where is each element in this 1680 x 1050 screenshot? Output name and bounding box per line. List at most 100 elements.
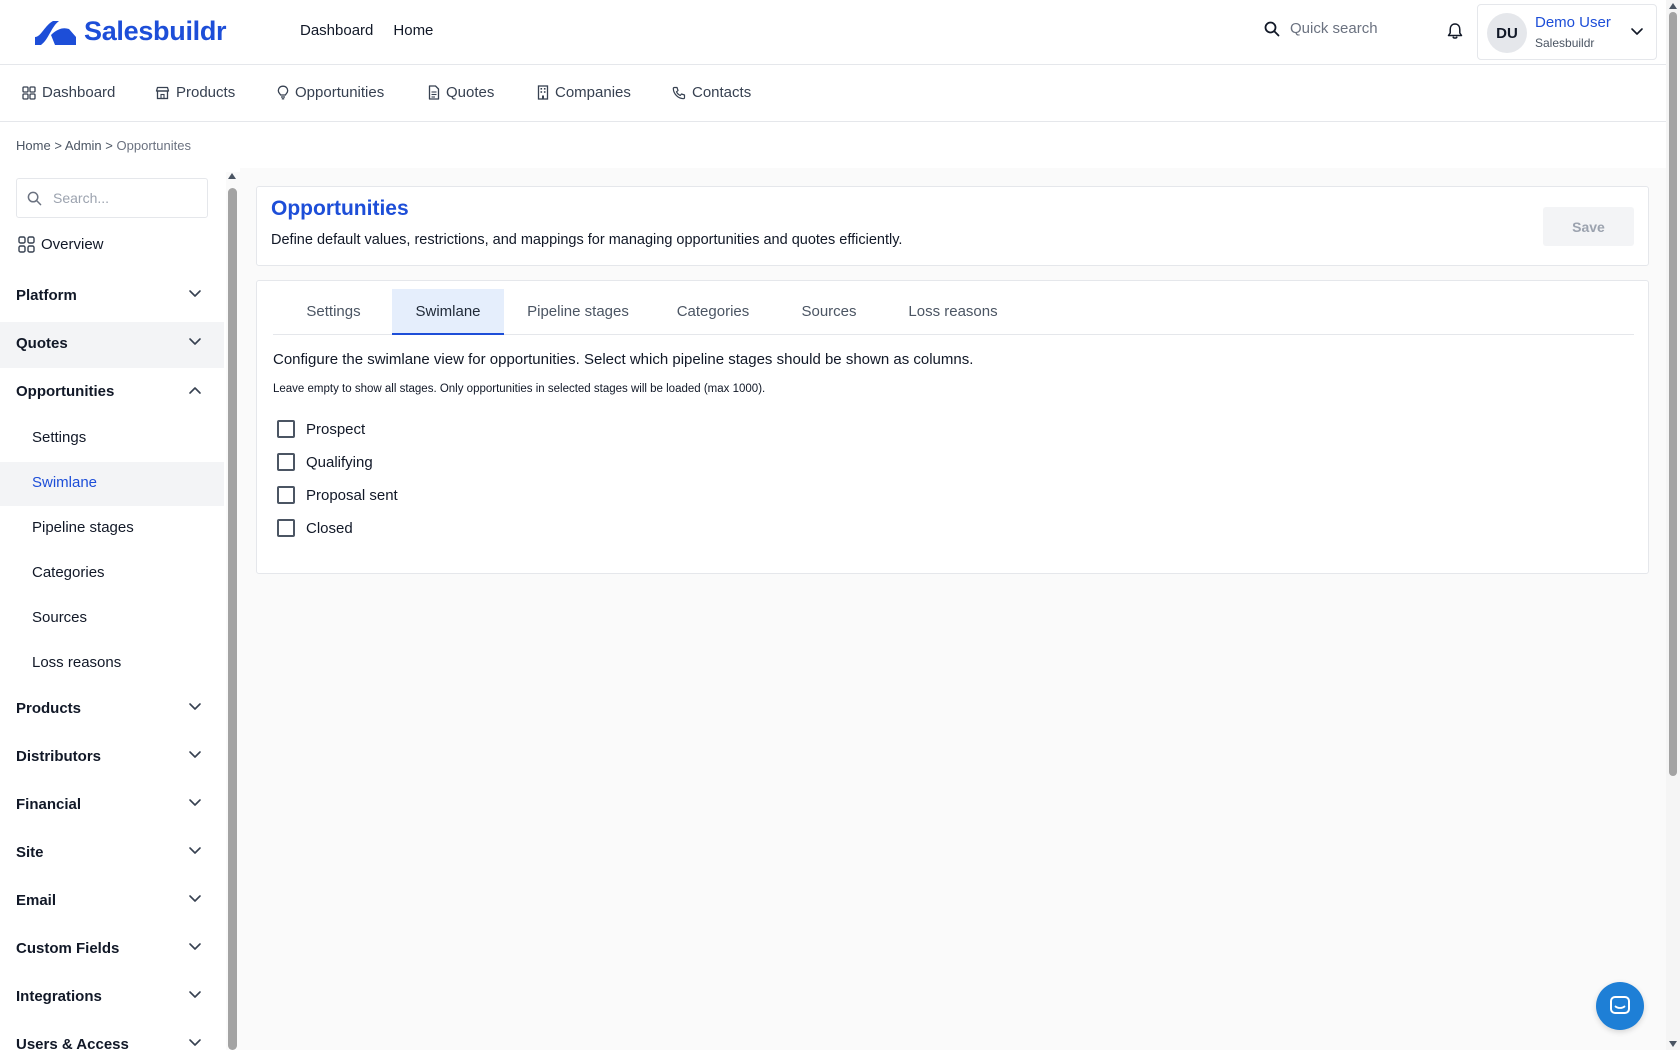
document-icon [428, 85, 440, 100]
sidebar-section-label: Integrations [16, 988, 102, 1005]
tab-pipeline-stages[interactable]: Pipeline stages [504, 289, 652, 335]
avatar: DU [1487, 13, 1527, 53]
stage-option-closed[interactable]: Closed [277, 519, 353, 537]
save-button[interactable]: Save [1543, 207, 1634, 246]
brand-logo[interactable]: Salesbuildr [33, 16, 227, 47]
nav-quotes[interactable]: Quotes [428, 84, 494, 101]
top-nav-dashboard[interactable]: Dashboard [300, 22, 373, 39]
tab-sources[interactable]: Sources [774, 289, 884, 335]
nav-quotes-label: Quotes [446, 84, 495, 101]
sidebar-section-quotes[interactable]: Quotes [0, 322, 224, 368]
sidebar-section-custom-fields[interactable]: Custom Fields [0, 927, 224, 973]
grid-icon [18, 236, 35, 253]
nav-opportunities-label: Opportunities [295, 84, 385, 101]
breadcrumb-separator: > [54, 138, 62, 153]
sidebar-item-label: Overview [41, 236, 104, 253]
chevron-down-icon [189, 991, 201, 998]
sidebar-section-distributors[interactable]: Distributors [0, 735, 224, 781]
sidebar-section-email[interactable]: Email [0, 879, 224, 925]
tab-bar: Settings Swimlane Pipeline stages Catego… [273, 289, 1634, 335]
page-header-card: Opportunities Define default values, res… [256, 186, 1649, 266]
sidebar-section-site[interactable]: Site [0, 831, 224, 877]
sidebar-section-products[interactable]: Products [0, 687, 224, 733]
swimlane-hint-text: Leave empty to show all stages. Only opp… [273, 383, 766, 395]
sidebar-item-label: Categories [32, 564, 105, 581]
sidebar-item-label: Pipeline stages [32, 519, 134, 536]
user-org: Salesbuildr [1535, 36, 1595, 50]
tab-loss-reasons[interactable]: Loss reasons [884, 289, 1022, 335]
sidebar-item-categories[interactable]: Categories [0, 552, 224, 596]
nav-companies[interactable]: Companies [537, 84, 631, 101]
nav-opportunities[interactable]: Opportunities [277, 84, 384, 101]
page-description: Define default values, restrictions, and… [271, 232, 903, 248]
sidebar-section-platform[interactable]: Platform [0, 274, 224, 320]
stage-option-prospect[interactable]: Prospect [277, 420, 365, 438]
page-scrollbar-thumb[interactable] [1669, 12, 1677, 776]
tab-swimlane[interactable]: Swimlane [392, 289, 504, 335]
search-icon [1264, 21, 1280, 36]
sidebar-section-opportunities[interactable]: Opportunities [0, 370, 224, 416]
chevron-up-icon [189, 387, 201, 394]
sidebar-section-label: Distributors [16, 748, 102, 765]
top-nav-home[interactable]: Home [393, 22, 433, 39]
sidebar-section-label: Users & Access [16, 1036, 129, 1050]
bell-icon[interactable] [1447, 22, 1463, 40]
chevron-down-icon [189, 338, 201, 345]
quick-search[interactable]: Quick search [1264, 20, 1378, 37]
scroll-up-arrow-icon[interactable] [227, 172, 237, 180]
sidebar-item-overview[interactable]: Overview [18, 236, 104, 253]
nav-products-label: Products [176, 84, 236, 101]
phone-icon [672, 86, 686, 99]
sidebar-item-settings[interactable]: Settings [0, 417, 224, 461]
chevron-down-icon [189, 799, 201, 806]
search-icon [27, 191, 42, 206]
stage-option-proposal-sent[interactable]: Proposal sent [277, 486, 398, 504]
checkbox[interactable] [277, 519, 295, 537]
tab-categories[interactable]: Categories [652, 289, 774, 335]
nav-companies-label: Companies [555, 84, 631, 101]
brand-name: Salesbuildr [84, 16, 227, 46]
settings-card: Settings Swimlane Pipeline stages Catego… [256, 280, 1649, 574]
sidebar-item-pipeline-stages[interactable]: Pipeline stages [0, 507, 224, 551]
chat-icon [1610, 996, 1630, 1014]
sidebar-search-input[interactable]: Search... [16, 178, 208, 218]
page-title: Opportunities [271, 197, 409, 220]
sidebar-item-swimlane[interactable]: Swimlane [0, 462, 224, 506]
checkbox[interactable] [277, 486, 295, 504]
sidebar-item-loss-reasons[interactable]: Loss reasons [0, 642, 224, 686]
nav-contacts[interactable]: Contacts [672, 84, 751, 101]
top-nav: Dashboard Home [300, 22, 433, 39]
breadcrumb-admin[interactable]: Admin [65, 138, 102, 153]
stage-option-qualifying[interactable]: Qualifying [277, 453, 373, 471]
sidebar-section-users-access[interactable]: Users & Access [0, 1023, 224, 1050]
stage-label: Closed [306, 519, 353, 537]
breadcrumb-current: Opportunites [116, 138, 191, 153]
sidebar-item-sources[interactable]: Sources [0, 597, 224, 641]
breadcrumb-home[interactable]: Home [16, 138, 51, 153]
building-icon [537, 85, 549, 100]
nav-dashboard[interactable]: Dashboard [22, 84, 115, 101]
nav-dashboard-label: Dashboard [42, 84, 116, 101]
checkbox[interactable] [277, 453, 295, 471]
stage-label: Proposal sent [306, 486, 398, 504]
swimlane-intro-text: Configure the swimlane view for opportun… [273, 351, 974, 368]
sidebar-section-financial[interactable]: Financial [0, 783, 224, 829]
sidebar-item-label: Loss reasons [32, 654, 122, 671]
sidebar-item-label: Sources [32, 609, 88, 626]
scroll-down-arrow-icon[interactable] [1668, 1040, 1678, 1048]
sidebar-section-integrations[interactable]: Integrations [0, 975, 224, 1021]
sidebar: Search... Overview Platform Quotes Oppor… [0, 168, 226, 1050]
sidebar-scrollbar-thumb[interactable] [228, 188, 237, 1050]
sidebar-section-label: Opportunities [16, 383, 115, 400]
scroll-up-arrow-icon[interactable] [1668, 2, 1678, 10]
chat-launcher-button[interactable] [1596, 982, 1644, 1030]
user-menu[interactable]: DU Demo User Salesbuildr [1477, 4, 1657, 60]
chevron-down-icon [189, 847, 201, 854]
sidebar-section-label: Email [16, 892, 57, 909]
chevron-down-icon [189, 895, 201, 902]
sidebar-item-label: Settings [32, 429, 87, 446]
checkbox[interactable] [277, 420, 295, 438]
nav-products[interactable]: Products [155, 84, 235, 101]
tab-settings[interactable]: Settings [273, 289, 394, 335]
stage-label: Prospect [306, 420, 366, 438]
